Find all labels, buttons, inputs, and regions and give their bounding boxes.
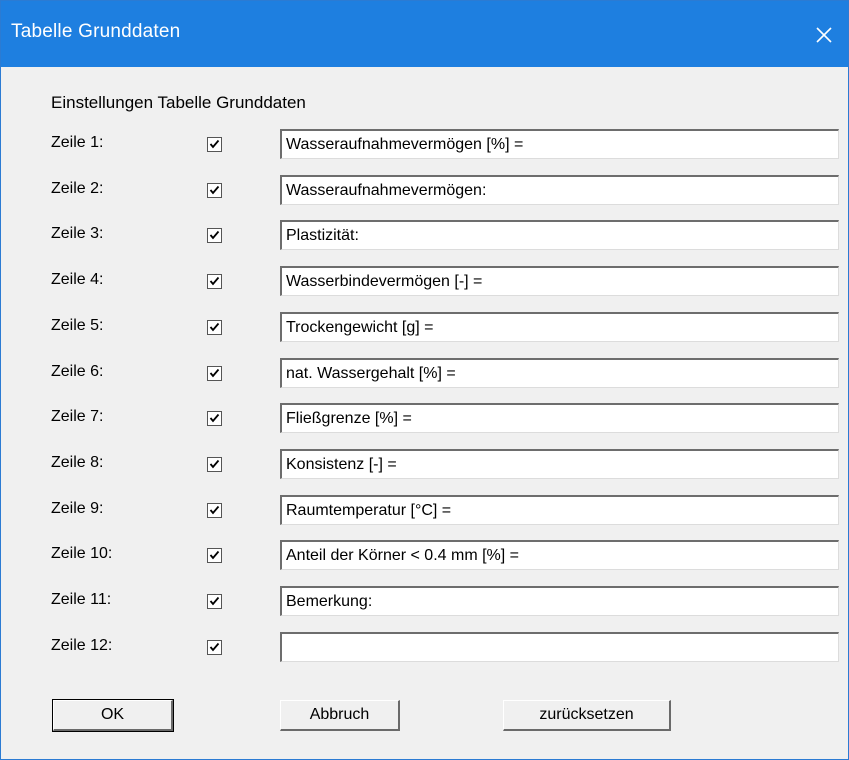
row-label: Zeile 7: <box>51 408 104 425</box>
row-checkbox[interactable] <box>207 411 222 426</box>
table-row: Zeile 8: Konsistenz [-] = <box>11 447 839 483</box>
table-row: Zeile 7: Fließgrenze [%] = <box>11 401 839 437</box>
row-text-field[interactable]: Wasseraufnahmevermögen: <box>280 175 839 205</box>
table-row: Zeile 3: Plastizität: <box>11 218 839 254</box>
table-row: Zeile 11: Bemerkung: <box>11 584 839 620</box>
table-row: Zeile 4: Wasserbindevermögen [-] = <box>11 264 839 300</box>
row-label: Zeile 10: <box>51 545 113 562</box>
table-row: Zeile 6: nat. Wassergehalt [%] = <box>11 356 839 392</box>
row-text-field[interactable]: Konsistenz [-] = <box>280 449 839 479</box>
close-icon <box>816 27 832 43</box>
checkmark-icon <box>209 505 220 515</box>
table-row: Zeile 2: Wasseraufnahmevermögen: <box>11 173 839 209</box>
checkmark-icon <box>209 596 220 606</box>
row-checkbox[interactable] <box>207 183 222 198</box>
row-text-field[interactable]: Anteil der Körner < 0.4 mm [%] = <box>280 540 839 570</box>
cancel-button[interactable]: Abbruch <box>280 700 400 731</box>
row-checkbox[interactable] <box>207 503 222 518</box>
table-row: Zeile 10: Anteil der Körner < 0.4 mm [%] … <box>11 538 839 574</box>
row-label: Zeile 4: <box>51 271 104 288</box>
row-label: Zeile 5: <box>51 317 104 334</box>
table-row: Zeile 12: <box>11 630 839 666</box>
reset-button[interactable]: zurücksetzen <box>503 700 671 731</box>
checkmark-icon <box>209 368 220 378</box>
checkmark-icon <box>209 230 220 240</box>
row-checkbox[interactable] <box>207 457 222 472</box>
checkmark-icon <box>209 139 220 149</box>
row-text-field[interactable]: Wasseraufnahmevermögen [%] = <box>280 129 839 159</box>
checkmark-icon <box>209 322 220 332</box>
row-label: Zeile 9: <box>51 500 104 517</box>
checkmark-icon <box>209 459 220 469</box>
row-checkbox[interactable] <box>207 548 222 563</box>
title-bar[interactable]: Tabelle Grunddaten <box>1 1 848 67</box>
row-checkbox[interactable] <box>207 137 222 152</box>
settings-heading: Einstellungen Tabelle Grunddaten <box>51 93 306 112</box>
table-row: Zeile 1: Wasseraufnahmevermögen [%] = <box>11 127 839 163</box>
row-label: Zeile 2: <box>51 180 104 197</box>
table-row: Zeile 9: Raumtemperatur [°C] = <box>11 493 839 529</box>
row-text-field[interactable]: Raumtemperatur [°C] = <box>280 495 839 525</box>
checkmark-icon <box>209 642 220 652</box>
checkmark-icon <box>209 550 220 560</box>
row-text-field[interactable]: nat. Wassergehalt [%] = <box>280 358 839 388</box>
checkmark-icon <box>209 185 220 195</box>
row-text-field[interactable]: Fließgrenze [%] = <box>280 403 839 433</box>
row-checkbox[interactable] <box>207 640 222 655</box>
table-row: Zeile 5: Trockengewicht [g] = <box>11 310 839 346</box>
dialog-window: Tabelle Grunddaten Einstellungen Tabelle… <box>0 0 849 760</box>
checkmark-icon <box>209 276 220 286</box>
row-label: Zeile 8: <box>51 454 104 471</box>
row-checkbox[interactable] <box>207 274 222 289</box>
row-checkbox[interactable] <box>207 228 222 243</box>
window-title: Tabelle Grunddaten <box>11 21 181 42</box>
row-label: Zeile 3: <box>51 225 104 242</box>
row-text-field[interactable]: Plastizität: <box>280 220 839 250</box>
checkmark-icon <box>209 413 220 423</box>
close-button[interactable] <box>804 15 844 55</box>
row-label: Zeile 1: <box>51 134 104 151</box>
row-label: Zeile 11: <box>51 591 112 608</box>
row-text-field[interactable]: Trockengewicht [g] = <box>280 312 839 342</box>
row-checkbox[interactable] <box>207 366 222 381</box>
dialog-client-area: Einstellungen Tabelle Grunddaten Zeile 1… <box>11 67 839 749</box>
row-label: Zeile 12: <box>51 637 113 654</box>
row-checkbox[interactable] <box>207 320 222 335</box>
row-text-field[interactable] <box>280 632 839 662</box>
ok-button[interactable]: OK <box>52 699 174 732</box>
row-text-field[interactable]: Bemerkung: <box>280 586 839 616</box>
row-label: Zeile 6: <box>51 363 104 380</box>
row-text-field[interactable]: Wasserbindevermögen [-] = <box>280 266 839 296</box>
row-checkbox[interactable] <box>207 594 222 609</box>
